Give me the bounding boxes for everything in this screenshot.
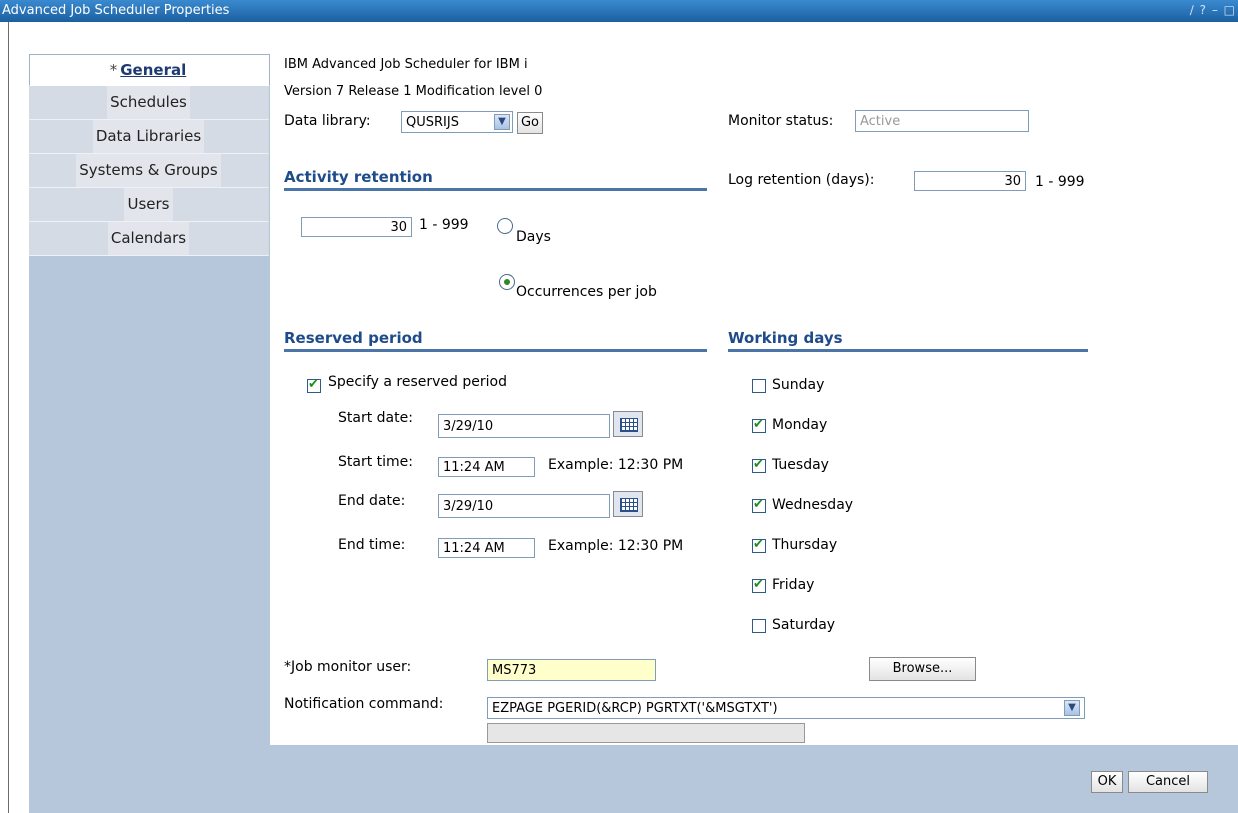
tab-users-label: Users	[124, 188, 173, 221]
day-checkbox-thursday[interactable]	[752, 537, 766, 553]
day-checkbox-tuesday[interactable]	[752, 457, 766, 473]
tab-general-label: General	[120, 61, 187, 79]
job-monitor-user-label: *Job monitor user:	[284, 659, 411, 675]
end-date-input[interactable]: 3/29/10	[438, 494, 610, 518]
go-button[interactable]: Go	[517, 112, 543, 134]
log-retention-range: 1 - 999	[1035, 174, 1085, 190]
day-label-thursday: Thursday	[772, 537, 838, 553]
chevron-down-icon[interactable]: ▼	[494, 114, 510, 130]
window-title-bar: Advanced Job Scheduler Properties ∕ ? – …	[0, 0, 1238, 22]
reserved-period-checkbox-label: Specify a reserved period	[328, 374, 507, 390]
day-label-monday: Monday	[772, 417, 828, 433]
chevron-down-icon[interactable]: ▼	[1064, 700, 1080, 716]
occurrences-label: Occurrences per job	[516, 284, 657, 300]
reserved-period-heading: Reserved period	[284, 329, 707, 352]
product-version: Version 7 Release 1 Modification level 0	[284, 84, 543, 99]
data-library-select[interactable]: QUSRIJS ▼	[401, 111, 513, 133]
browse-button[interactable]: Browse...	[869, 657, 976, 681]
day-label-tuesday: Tuesday	[772, 457, 829, 473]
day-label-wednesday: Wednesday	[772, 497, 854, 513]
tab-schedules-label: Schedules	[107, 86, 190, 119]
tab-users[interactable]: Users	[29, 188, 269, 222]
required-marker: *	[284, 659, 291, 675]
log-retention-label: Log retention (days):	[728, 172, 875, 188]
start-date-label: Start date:	[338, 410, 413, 426]
ok-button[interactable]: OK	[1091, 771, 1123, 793]
end-time-label: End time:	[338, 537, 406, 553]
product-name: IBM Advanced Job Scheduler for IBM i	[284, 57, 528, 72]
calendar-icon[interactable]	[613, 411, 643, 437]
day-label-friday: Friday	[772, 577, 815, 593]
data-library-value: QUSRIJS	[406, 115, 459, 130]
window-title: Advanced Job Scheduler Properties	[2, 3, 230, 18]
day-checkbox-wednesday[interactable]	[752, 497, 766, 513]
end-time-input[interactable]: 11:24 AM	[438, 538, 535, 558]
log-retention-input[interactable]: 30	[914, 171, 1026, 191]
activity-retention-heading: Activity retention	[284, 168, 707, 191]
start-time-example: Example: 12:30 PM	[548, 457, 684, 473]
tab-data-libraries-label: Data Libraries	[92, 120, 205, 153]
activity-retention-range: 1 - 999	[419, 217, 469, 233]
day-checkbox-friday[interactable]	[752, 577, 766, 593]
reserved-period-checkbox[interactable]	[307, 377, 321, 393]
activity-retention-input[interactable]: 30	[301, 217, 412, 237]
tab-systems-groups[interactable]: Systems & Groups	[29, 154, 269, 188]
job-monitor-user-input[interactable]: MS773	[487, 659, 656, 681]
window-controls-icon[interactable]: ∕ ? – □	[1190, 3, 1236, 17]
notification-command-select[interactable]: EZPAGE PGERID(&RCP) PGRTXT('&MSGTXT') ▼	[487, 697, 1085, 719]
monitor-status-label: Monitor status:	[728, 113, 834, 129]
occurrences-radio[interactable]	[499, 274, 515, 290]
sidebar: * General Schedules Data Libraries System…	[29, 54, 270, 745]
day-checkbox-monday[interactable]	[752, 417, 766, 433]
start-time-input[interactable]: 11:24 AM	[438, 457, 535, 477]
end-date-label: End date:	[338, 493, 406, 509]
day-label-saturday: Saturday	[772, 617, 836, 633]
tab-schedules[interactable]: Schedules	[29, 86, 269, 120]
notification-command-label: Notification command:	[284, 696, 444, 712]
day-label-sunday: Sunday	[772, 377, 825, 393]
working-days-heading: Working days	[728, 329, 1088, 352]
calendar-icon[interactable]	[613, 491, 643, 517]
data-library-label: Data library:	[284, 113, 371, 129]
job-monitor-user-text: Job monitor user:	[291, 659, 412, 675]
tab-general[interactable]: * General	[29, 54, 270, 86]
tab-calendars-label: Calendars	[107, 222, 190, 255]
days-radio[interactable]	[497, 218, 513, 234]
day-checkbox-saturday[interactable]	[752, 619, 766, 633]
start-time-label: Start time:	[338, 454, 413, 470]
cancel-button[interactable]: Cancel	[1128, 771, 1208, 793]
required-marker: *	[109, 61, 118, 79]
monitor-status-field: Active	[855, 110, 1029, 132]
notification-command-value: EZPAGE PGERID(&RCP) PGRTXT('&MSGTXT')	[492, 701, 778, 716]
days-label: Days	[516, 229, 551, 245]
notification-command-extra	[487, 723, 805, 743]
day-checkbox-sunday[interactable]	[752, 379, 766, 393]
tab-systems-groups-label: Systems & Groups	[76, 154, 221, 187]
start-date-input[interactable]: 3/29/10	[438, 414, 610, 438]
tab-calendars[interactable]: Calendars	[29, 222, 269, 256]
end-time-example: Example: 12:30 PM	[548, 538, 684, 554]
tab-data-libraries[interactable]: Data Libraries	[29, 120, 269, 154]
button-bar	[29, 745, 1238, 813]
